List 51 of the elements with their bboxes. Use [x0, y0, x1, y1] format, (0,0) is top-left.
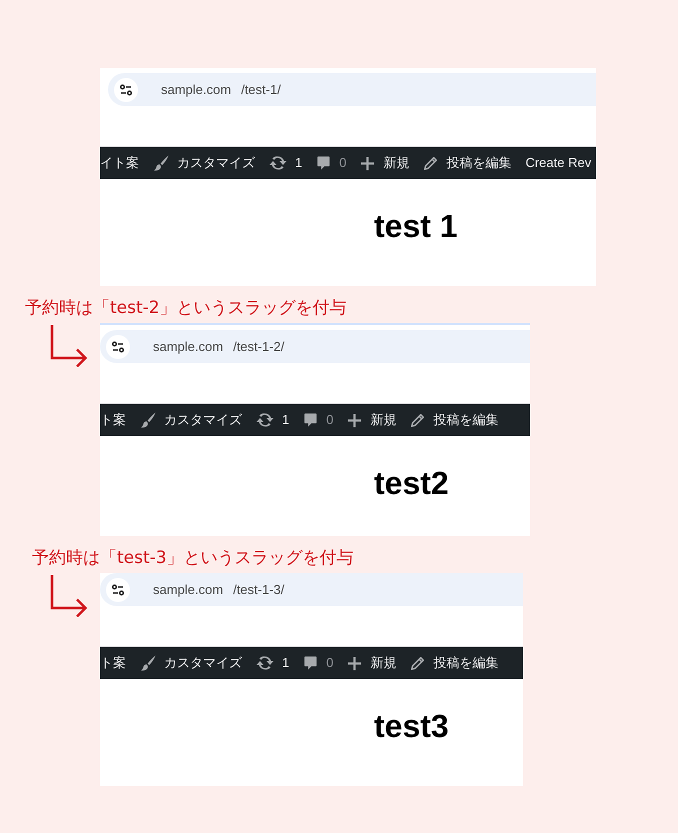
toolbar-item[interactable]: 新規	[347, 412, 396, 428]
page-title: test 1	[373, 207, 459, 245]
url-domain: sample.com	[153, 582, 224, 597]
toolbar-item[interactable]: 0	[303, 412, 334, 428]
url-path: /test-1/	[241, 82, 281, 97]
url-path: /test-1-2/	[233, 339, 284, 354]
url-domain: sample.com	[161, 82, 232, 97]
toolbar-item[interactable]: 1	[269, 155, 302, 171]
toolbar-item[interactable]: 新規	[347, 655, 396, 671]
speech-bubble-icon	[316, 155, 332, 171]
plus-icon	[347, 656, 362, 670]
page-title: test3	[373, 707, 450, 745]
refresh-icon	[256, 412, 274, 428]
address-bar[interactable]: sample.com /test-1/	[108, 73, 596, 106]
toolbar-item[interactable]: ト案	[100, 412, 126, 428]
toolbar-item[interactable]: 投稿を編集	[423, 155, 512, 171]
sliders-icon[interactable]	[106, 578, 130, 602]
pencil-icon	[410, 656, 426, 670]
toolbar-item[interactable]: Create Rev	[525, 155, 592, 171]
toolbar-item[interactable]: 1	[256, 412, 290, 428]
pencil-icon	[410, 412, 426, 428]
sliders-icon[interactable]	[114, 78, 138, 102]
toolbar-item[interactable]: 投稿を編集	[410, 655, 498, 671]
plus-icon	[347, 412, 362, 428]
pencil-icon	[423, 156, 438, 170]
address-bar[interactable]: sample.com /test-1-3/	[100, 573, 523, 606]
url-domain: sample.com	[153, 339, 224, 354]
toolbar-item[interactable]: 0	[303, 655, 334, 671]
toolbar-item[interactable]: カスタマイズ	[140, 655, 242, 671]
url-path: /test-1-3/	[233, 582, 284, 597]
page-title: test2	[373, 464, 450, 502]
speech-bubble-icon	[303, 655, 318, 671]
toolbar-item[interactable]: 投稿を編集	[410, 412, 498, 428]
speech-bubble-icon	[303, 412, 318, 428]
toolbar-item[interactable]: カスタマイズ	[153, 155, 255, 171]
annotation-text: 予約時は「test-3」というスラッグを付与	[32, 547, 354, 569]
toolbar-item[interactable]: 1	[256, 655, 290, 671]
toolbar-item[interactable]: ト案	[100, 655, 126, 671]
toolbar-item[interactable]: 0	[316, 155, 346, 171]
toolbar-item[interactable]: 新規	[360, 155, 410, 171]
address-bar[interactable]: sample.com /test-1-2/	[100, 330, 530, 363]
sliders-icon[interactable]	[106, 334, 130, 358]
annotation-text: 予約時は「test-2」というスラッグを付与	[25, 297, 347, 319]
brush-icon	[153, 155, 169, 171]
brush-icon	[140, 655, 156, 671]
toolbar-item[interactable]: カスタマイズ	[140, 412, 242, 428]
brush-icon	[140, 412, 156, 428]
refresh-icon	[269, 155, 287, 171]
plus-icon	[360, 156, 376, 170]
refresh-icon	[256, 655, 274, 671]
toolbar-item[interactable]: イト案	[100, 155, 139, 171]
